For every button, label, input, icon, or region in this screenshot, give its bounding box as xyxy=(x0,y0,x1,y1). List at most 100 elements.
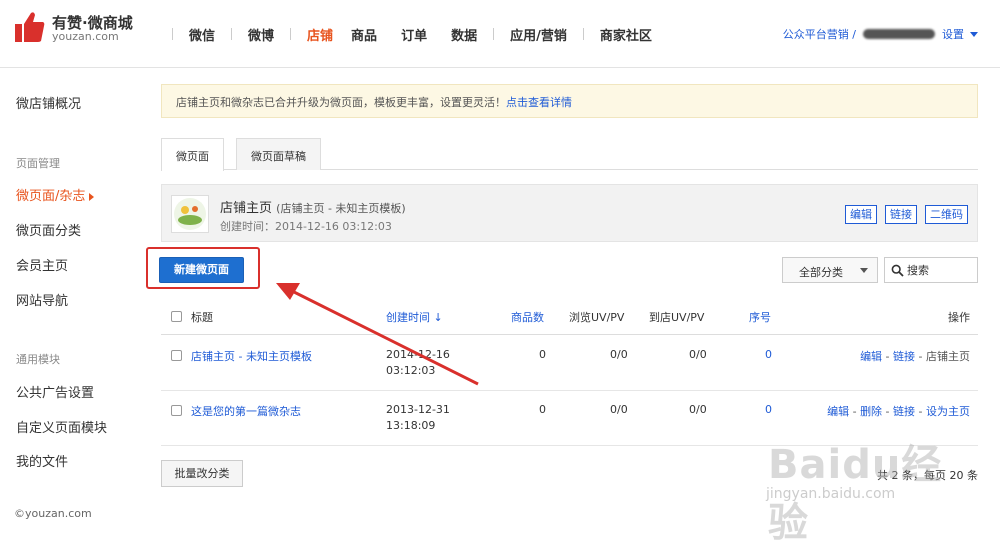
nav-item-store[interactable]: 店铺 xyxy=(303,25,337,44)
search-icon xyxy=(891,264,904,277)
row-status: 店铺主页 xyxy=(926,350,970,363)
store-home-title: 店铺主页 (店铺主页 - 未知主页模板) xyxy=(220,197,406,216)
edit-button[interactable]: 编辑 xyxy=(845,205,877,224)
column-title: 标题 xyxy=(191,311,213,324)
store-thumbnail-image xyxy=(174,198,206,230)
logo-subtitle: youzan.com xyxy=(52,30,119,43)
row-edit-link[interactable]: 编辑 xyxy=(860,350,882,363)
table-row: 这是您的第一篇微杂志 2013-12-31 13:18:09 0 0/0 0/0… xyxy=(161,391,978,446)
store-home-card: 店铺主页 (店铺主页 - 未知主页模板) 创建时间：2014-12-16 03:… xyxy=(161,184,978,242)
column-uv-pv: 浏览UV/PV xyxy=(569,311,625,324)
sidebar-item-overview[interactable]: 微店铺概况 xyxy=(16,93,81,112)
row-checkbox[interactable] xyxy=(171,350,182,361)
column-ops: 操作 xyxy=(948,311,970,324)
nav-divider xyxy=(231,28,233,40)
sidebar-item-common-ads[interactable]: 公共广告设置 xyxy=(16,382,94,401)
notice-details-link[interactable]: 点击查看详情 xyxy=(506,96,572,109)
nav-divider xyxy=(290,28,292,40)
upgrade-notice: 店铺主页和微杂志已合并升级为微页面，模板更丰富，设置更灵活！点击查看详情 xyxy=(161,84,978,118)
sidebar-item-member-home[interactable]: 会员主页 xyxy=(16,255,68,274)
nav-item-goods[interactable]: 商品 xyxy=(347,25,381,44)
table-header: 标题 创建时间 ↓ 商品数 浏览UV/PV 到店UV/PV 序号 操作 xyxy=(161,297,978,335)
thumbs-up-icon xyxy=(15,12,45,43)
qr-code-button[interactable]: 二维码 xyxy=(925,205,968,224)
main-nav: 微信 微博 店铺 商品 订单 数据 应用/营销 商家社区 xyxy=(160,22,656,46)
category-filter[interactable]: 全部分类 xyxy=(782,257,878,283)
sidebar-item-label: 微页面/杂志 xyxy=(16,189,86,204)
masked-account-name xyxy=(863,29,935,39)
category-filter-value: 全部分类 xyxy=(799,266,843,279)
row-actions: 编辑 - 删除 - 链接 - 设为主页 xyxy=(827,405,970,418)
sidebar-group-common: 通用模块 xyxy=(16,353,60,366)
sidebar-item-pages-magazine[interactable]: 微页面/杂志 xyxy=(16,185,95,204)
column-store-uv-pv: 到店UV/PV xyxy=(649,311,705,324)
nav-item-orders[interactable]: 订单 xyxy=(397,25,431,44)
watermark-text: Baidu经验 xyxy=(768,442,943,546)
nav-divider xyxy=(582,28,584,40)
store-home-subtitle: (店铺主页 - 未知主页模板) xyxy=(276,202,406,215)
notice-text: 店铺主页和微杂志已合并升级为微页面，模板更丰富，设置更灵活！ xyxy=(176,96,506,109)
search-box[interactable] xyxy=(884,257,978,283)
nav-item-community[interactable]: 商家社区 xyxy=(596,25,656,44)
row-time: 13:18:09 xyxy=(386,419,436,432)
row-actions: 编辑 - 链接 - 店铺主页 xyxy=(860,350,970,363)
logo[interactable]: 有赞·微商城 youzan.com xyxy=(14,10,154,50)
chevron-down-icon[interactable] xyxy=(970,31,978,37)
select-all-checkbox[interactable] xyxy=(171,311,182,322)
row-uv-pv: 0/0 xyxy=(610,348,628,361)
sidebar: 微店铺概况 页面管理 微页面/杂志 微页面分类 会员主页 网站导航 通用模块 公… xyxy=(0,69,140,529)
copyright: ©youzan.com xyxy=(14,507,92,520)
row-store-uv-pv: 0/0 xyxy=(689,348,707,361)
row-order[interactable]: 0 xyxy=(765,348,772,361)
column-order[interactable]: 序号 xyxy=(749,309,771,325)
sidebar-item-custom-module[interactable]: 自定义页面模块 xyxy=(16,417,107,436)
top-bar: 有赞·微商城 youzan.com 微信 微博 店铺 商品 订单 数据 应用/营… xyxy=(0,0,1000,68)
nav-item-data[interactable]: 数据 xyxy=(447,25,481,44)
nav-item-apps[interactable]: 应用/营销 xyxy=(506,25,571,44)
sidebar-item-site-nav[interactable]: 网站导航 xyxy=(16,290,68,309)
chevron-down-icon xyxy=(860,268,868,273)
tab-micro-pages[interactable]: 微页面 xyxy=(161,138,224,171)
nav-item-weibo[interactable]: 微博 xyxy=(244,25,278,44)
row-title-link[interactable]: 店铺主页 - 未知主页模板 xyxy=(191,348,312,364)
row-goods: 0 xyxy=(539,403,546,416)
store-thumbnail xyxy=(171,195,209,233)
settings-link[interactable]: 设置 xyxy=(942,26,964,42)
search-input[interactable] xyxy=(907,261,973,279)
row-link-link[interactable]: 链接 xyxy=(893,405,915,418)
sidebar-item-my-files[interactable]: 我的文件 xyxy=(16,451,68,470)
column-created-sort[interactable]: 创建时间 ↓ xyxy=(386,309,443,325)
nav-item-weixin[interactable]: 微信 xyxy=(185,25,219,44)
sidebar-item-page-category[interactable]: 微页面分类 xyxy=(16,220,81,239)
caret-right-icon xyxy=(89,192,95,201)
row-set-home-link[interactable]: 设为主页 xyxy=(926,405,970,418)
row-goods: 0 xyxy=(539,348,546,361)
page-tabs: 微页面 微页面草稿 xyxy=(161,138,978,171)
table-row: 店铺主页 - 未知主页模板 2014-12-16 03:12:03 0 0/0 … xyxy=(161,336,978,391)
row-date: 2013-12-31 xyxy=(386,403,450,416)
new-page-button[interactable]: 新建微页面 xyxy=(159,257,244,283)
row-title-link[interactable]: 这是您的第一篇微杂志 xyxy=(191,403,301,419)
account-menu[interactable]: 公众平台营销 / 设置 xyxy=(783,26,978,42)
row-date: 2014-12-16 xyxy=(386,348,450,361)
row-checkbox[interactable] xyxy=(171,405,182,416)
row-order[interactable]: 0 xyxy=(765,403,772,416)
pagination-summary: 共 2 条，每页 20 条 xyxy=(877,469,978,482)
store-home-created: 创建时间：2014-12-16 03:12:03 xyxy=(220,220,392,233)
row-uv-pv: 0/0 xyxy=(610,403,628,416)
row-edit-link[interactable]: 编辑 xyxy=(827,405,849,418)
watermark-subtext: jingyan.baidu.com xyxy=(766,486,896,502)
store-home-name: 店铺主页 xyxy=(220,201,273,216)
link-button[interactable]: 链接 xyxy=(885,205,917,224)
column-goods[interactable]: 商品数 xyxy=(511,309,544,325)
row-delete-link[interactable]: 删除 xyxy=(860,405,882,418)
tab-drafts[interactable]: 微页面草稿 xyxy=(236,138,321,170)
nav-divider xyxy=(493,28,495,40)
batch-category-button[interactable]: 批量改分类 xyxy=(161,460,243,487)
row-time: 03:12:03 xyxy=(386,364,436,377)
nav-divider xyxy=(172,28,173,40)
row-link-link[interactable]: 链接 xyxy=(893,350,915,363)
sidebar-group-pages: 页面管理 xyxy=(16,157,60,170)
account-prefix[interactable]: 公众平台营销 / xyxy=(783,26,856,42)
row-store-uv-pv: 0/0 xyxy=(689,403,707,416)
